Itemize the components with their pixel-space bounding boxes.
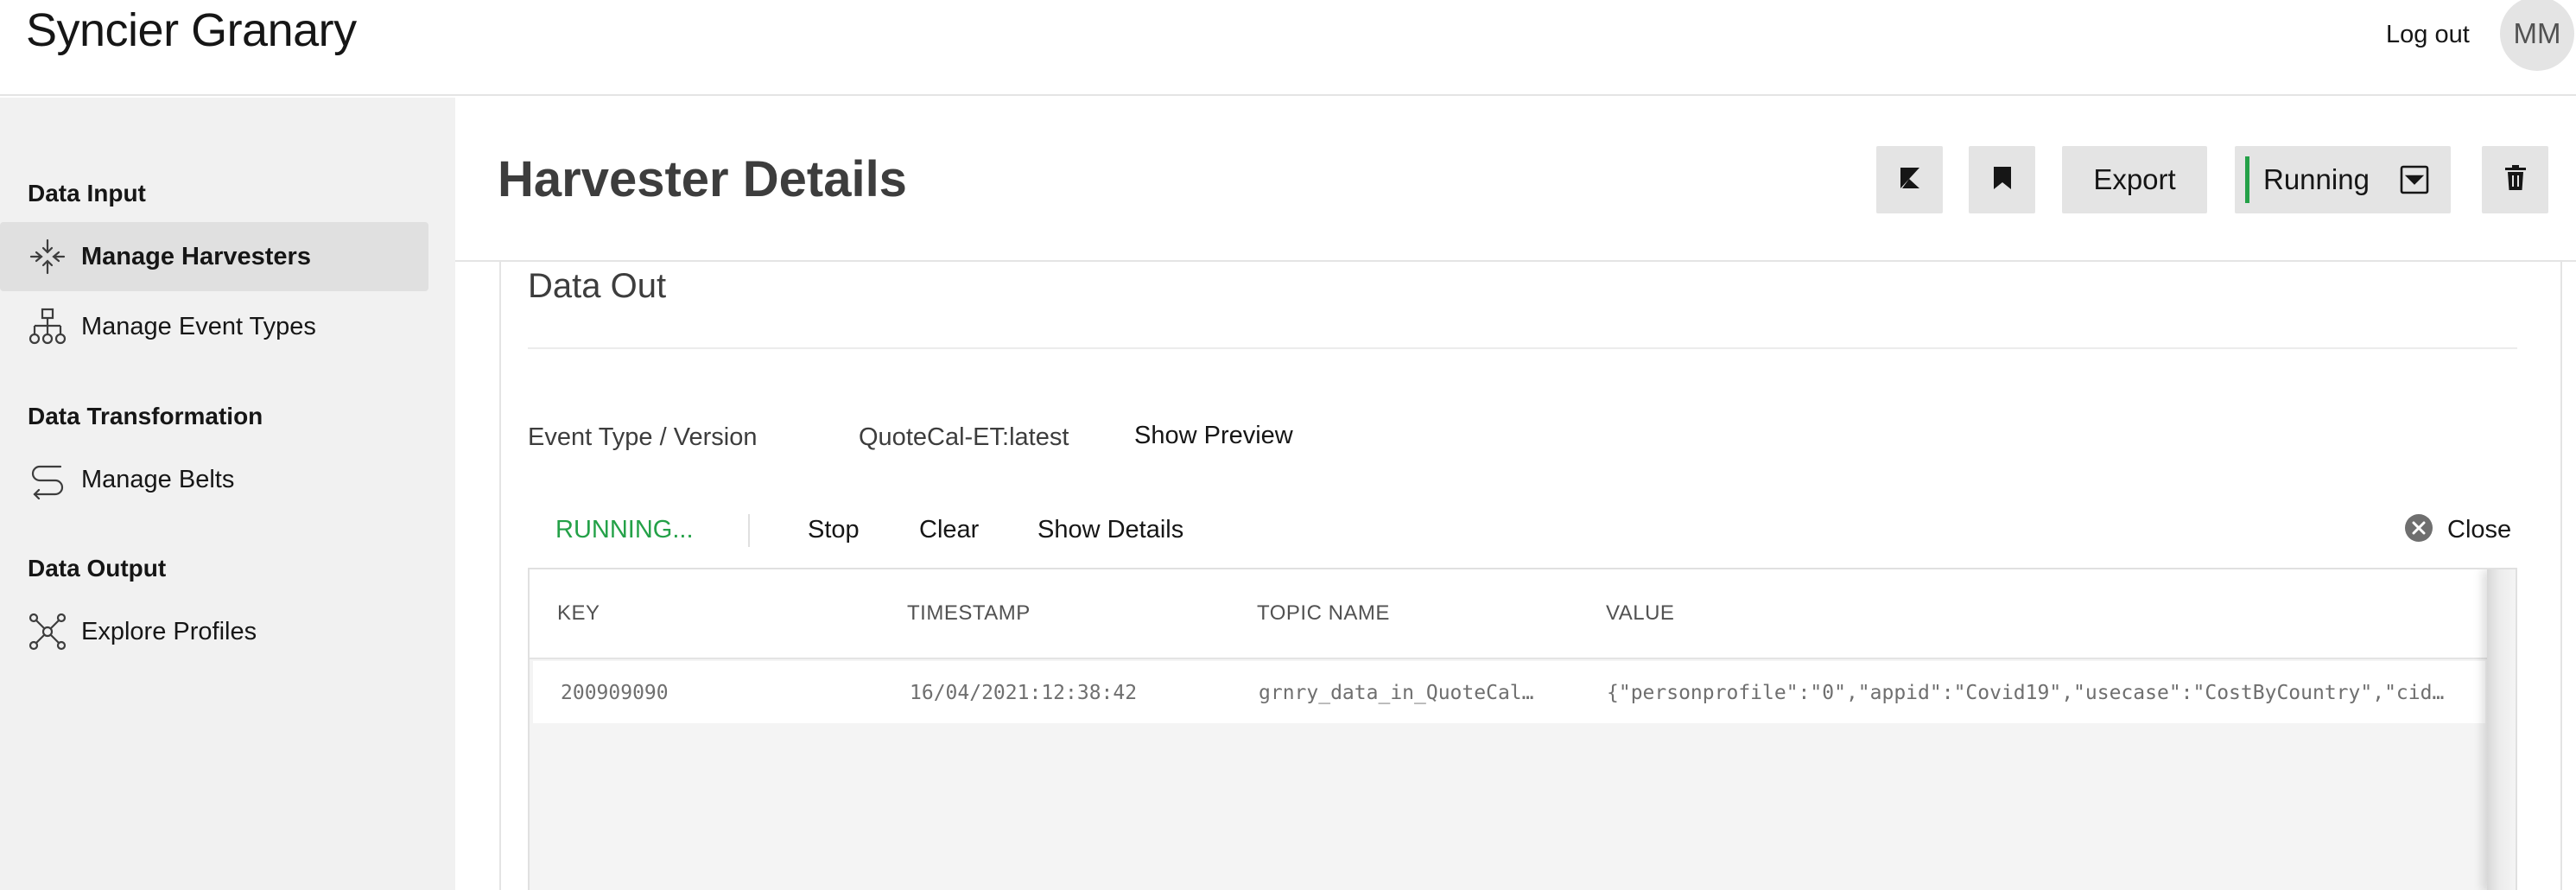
close-label: Close [2447,515,2512,544]
divider [748,514,750,547]
column-header-topic-name[interactable]: TOPIC NAME [1257,601,1390,626]
event-type-label: Event Type / Version [528,423,758,451]
kibana-button[interactable] [1876,146,1943,213]
column-header-timestamp[interactable]: TIMESTAMP [907,601,1031,626]
section-title: Data Out [528,267,667,305]
data-table: KEY TIMESTAMP TOPIC NAME VALUE 200909090… [528,568,2517,890]
stream-status: RUNNING... [555,516,694,544]
trash-icon [2503,164,2528,196]
top-bar: Syncier Granary Log out MM [0,0,2576,96]
event-type-value: QuoteCal-ET:latest [859,423,1069,451]
cell-value: {"personprofile":"0","appid":"Covid19","… [1607,682,2445,704]
sidebar-item-manage-event-types[interactable]: Manage Event Types [0,292,428,361]
sidebar-group-data-input: Data Input [28,180,146,207]
app-title[interactable]: Syncier Granary [26,2,357,59]
sidebar-item-label: Explore Profiles [81,617,257,645]
data-out-panel: Data Out Event Type / Version QuoteCal-E… [499,262,2562,890]
show-preview-button[interactable]: Show Preview [1134,420,1293,451]
cell-key: 200909090 [561,682,669,704]
sidebar-group-data-transformation: Data Transformation [28,403,263,429]
hierarchy-icon [26,305,69,348]
logout-link[interactable]: Log out [2386,19,2470,50]
sidebar-group-data-output: Data Output [28,555,167,582]
column-header-value[interactable]: VALUE [1606,601,1674,626]
sidebar: Data Input Manage Harvesters Manage Even… [0,98,455,890]
stream-toolbar: RUNNING... Stop Clear Show Details Close [528,495,2517,564]
cell-timestamp: 16/04/2021:12:38:42 [910,682,1138,704]
chevron-down-icon [2399,164,2430,195]
clear-button[interactable]: Clear [919,514,979,545]
network-nodes-icon [26,610,69,653]
sidebar-item-explore-profiles[interactable]: Explore Profiles [0,597,428,666]
close-icon [2404,513,2433,547]
sidebar-item-label: Manage Event Types [81,312,316,340]
delete-button[interactable] [2482,146,2548,213]
show-details-button[interactable]: Show Details [1037,514,1183,545]
kibana-icon [1897,165,1923,195]
horizontal-scroll-edge[interactable] [2487,569,2516,890]
table-row[interactable]: 200909090 16/04/2021:12:38:42 grnry_data… [533,661,2485,723]
sidebar-item-label: Manage Harvesters [81,242,311,270]
close-button[interactable]: Close [2404,511,2511,549]
sidebar-item-manage-belts[interactable]: Manage Belts [0,445,428,514]
sidebar-item-manage-harvesters[interactable]: Manage Harvesters [0,222,428,291]
stop-button[interactable]: Stop [808,514,860,545]
bookmark-icon [1991,165,2014,195]
avatar[interactable]: MM [2500,0,2574,71]
export-button[interactable]: Export [2062,146,2207,213]
sidebar-item-label: Manage Belts [81,465,235,493]
divider [528,347,2517,349]
table-header: KEY TIMESTAMP TOPIC NAME VALUE [530,569,2516,659]
main-content: Data Out Event Type / Version QuoteCal-E… [499,262,2576,890]
status-indicator [2245,156,2249,203]
bookmark-button[interactable] [1969,146,2035,213]
status-label: Running [2263,163,2370,195]
page-header: Harvester Details Export Running [455,98,2576,262]
harvester-icon [26,235,69,278]
page-title: Harvester Details [498,151,907,207]
cell-topic-name: grnry_data_in_QuoteCal… [1259,682,1534,704]
belt-route-icon [26,458,69,501]
column-header-key[interactable]: KEY [557,601,600,626]
status-dropdown[interactable]: Running [2235,146,2451,213]
